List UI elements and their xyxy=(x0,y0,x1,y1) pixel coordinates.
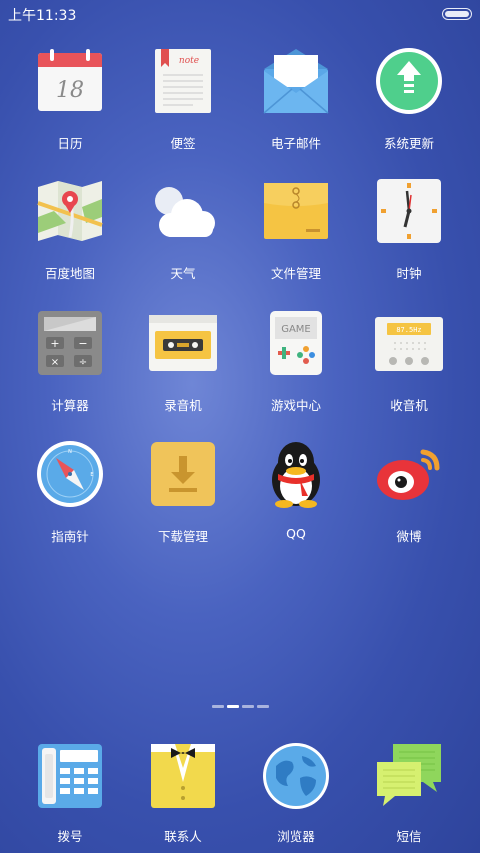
app-notes[interactable]: note 便签 xyxy=(127,45,239,163)
app-label: 计算器 xyxy=(51,398,89,413)
status-time: 上午11:33 xyxy=(8,8,77,24)
cloud-icon xyxy=(155,187,215,237)
dock: 拨号 联系人 浏览器 短信 xyxy=(0,740,480,850)
app-label: QQ xyxy=(286,526,306,541)
battery-icon xyxy=(442,8,472,20)
app-dialer[interactable]: 拨号 xyxy=(14,740,126,853)
svg-text:N: N xyxy=(68,449,72,455)
folder-envelope-icon xyxy=(264,183,328,239)
app-files[interactable]: 文件管理 xyxy=(240,175,352,293)
app-label: 百度地图 xyxy=(44,266,95,281)
app-qq[interactable]: QQ xyxy=(240,438,352,556)
notes-icon: note xyxy=(155,49,211,113)
telephone-icon xyxy=(38,744,102,808)
app-calendar[interactable]: 18 日历 xyxy=(14,45,126,163)
note-word: note xyxy=(179,56,199,66)
page-dot[interactable] xyxy=(212,705,224,708)
calendar-icon: 18 xyxy=(38,49,102,111)
app-label: 下载管理 xyxy=(157,529,208,544)
app-label: 文件管理 xyxy=(270,266,321,281)
calculator-icon: + − × ÷ xyxy=(38,311,102,375)
app-label: 电子邮件 xyxy=(270,136,321,151)
app-row: 18 日历 note 便签 电子邮件 系统更新 xyxy=(0,45,480,165)
app-compass[interactable]: N E 指南针 xyxy=(14,438,126,556)
app-row: + − × ÷ 计算器 录音机 GAME 游戏中心 87.5Hz 收音机 xyxy=(0,307,480,427)
app-label: 日历 xyxy=(57,136,83,151)
app-label: 时钟 xyxy=(396,266,422,281)
gamepad-icon: GAME xyxy=(270,311,322,375)
globe-icon xyxy=(263,743,329,809)
update-arrow-icon xyxy=(376,48,442,114)
page-dot[interactable] xyxy=(242,705,254,708)
app-contacts[interactable]: 联系人 xyxy=(127,740,239,853)
svg-text:E: E xyxy=(90,472,93,478)
game-word: GAME xyxy=(281,324,311,335)
envelope-icon xyxy=(263,49,329,114)
app-email[interactable]: 电子邮件 xyxy=(240,45,352,163)
app-label: 录音机 xyxy=(164,398,202,413)
chat-bubbles-icon xyxy=(377,744,441,806)
app-label: 指南针 xyxy=(51,529,89,544)
app-label: 拨号 xyxy=(57,829,83,844)
radio-freq: 87.5Hz xyxy=(396,326,421,334)
radio-icon: 87.5Hz xyxy=(375,317,443,371)
app-label: 便签 xyxy=(170,136,196,151)
calendar-day: 18 xyxy=(56,78,84,103)
app-weibo[interactable]: 微博 xyxy=(353,438,465,556)
app-label: 微博 xyxy=(396,529,422,544)
app-label: 浏览器 xyxy=(277,829,315,844)
suit-bowtie-icon xyxy=(151,744,215,808)
app-downloads[interactable]: 下载管理 xyxy=(127,438,239,556)
app-row: 百度地图 天气 文件管理 时钟 xyxy=(0,175,480,295)
app-clock[interactable]: 时钟 xyxy=(353,175,465,293)
app-maps[interactable]: 百度地图 xyxy=(14,175,126,293)
status-bar: 上午11:33 xyxy=(0,0,480,28)
download-icon xyxy=(151,442,215,506)
svg-text:÷: ÷ xyxy=(79,357,87,368)
app-recorder[interactable]: 录音机 xyxy=(127,307,239,425)
compass-icon: N E xyxy=(37,441,103,507)
page-dot-active[interactable] xyxy=(227,705,239,708)
app-messages[interactable]: 短信 xyxy=(353,740,465,853)
app-radio[interactable]: 87.5Hz 收音机 xyxy=(353,307,465,425)
app-browser[interactable]: 浏览器 xyxy=(240,740,352,853)
svg-text:−: − xyxy=(78,337,87,350)
app-label: 联系人 xyxy=(164,829,202,844)
cassette-icon xyxy=(149,315,217,371)
penguin-icon xyxy=(272,442,320,508)
clock-icon xyxy=(377,179,441,243)
app-calculator[interactable]: + − × ÷ 计算器 xyxy=(14,307,126,425)
app-label: 游戏中心 xyxy=(270,398,321,413)
weibo-eye-icon xyxy=(377,449,440,500)
svg-text:+: + xyxy=(50,337,59,350)
app-updater[interactable]: 系统更新 xyxy=(353,45,465,163)
app-gamecenter[interactable]: GAME 游戏中心 xyxy=(240,307,352,425)
app-label: 短信 xyxy=(396,829,422,844)
app-row: N E 指南针 下载管理 QQ 微博 xyxy=(0,438,480,558)
page-dot[interactable] xyxy=(257,705,269,708)
app-weather[interactable]: 天气 xyxy=(127,175,239,293)
app-label: 收音机 xyxy=(390,398,428,413)
app-label: 天气 xyxy=(170,266,196,281)
svg-text:×: × xyxy=(51,357,59,368)
map-icon xyxy=(37,181,103,241)
app-label: 系统更新 xyxy=(383,136,434,151)
